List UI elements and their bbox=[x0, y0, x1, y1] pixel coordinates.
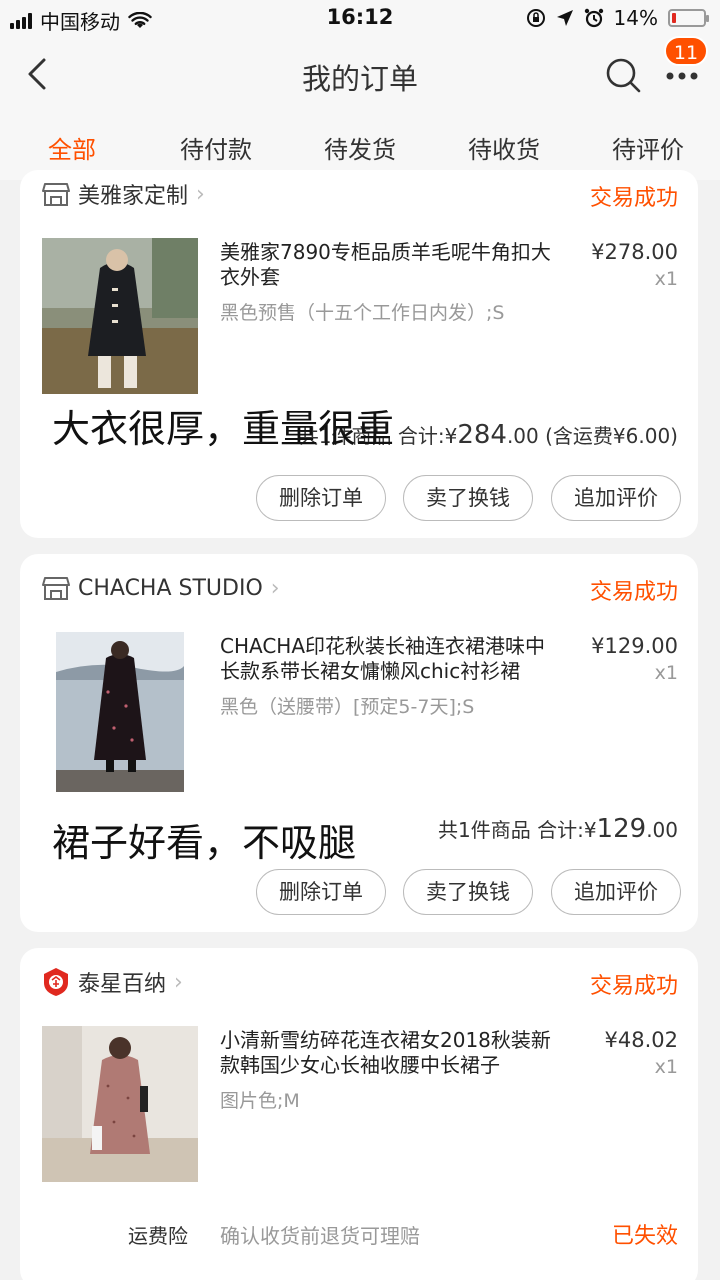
product-title[interactable]: 小清新雪纺碎花连衣裙女2018秋装新款韩国少女心长袖收腰中长裙子 bbox=[220, 1028, 560, 1078]
total-integer: 129 bbox=[596, 814, 647, 844]
tab-pending-receipt[interactable]: 待收货 bbox=[449, 130, 559, 165]
notification-badge: 11 bbox=[664, 36, 708, 66]
product-price: ¥129.00 bbox=[591, 634, 678, 658]
annotation-text: 裙子好看，不吸腿 bbox=[52, 821, 357, 865]
shop-icon bbox=[42, 183, 70, 206]
shipping-insurance-status: 已失效 bbox=[611, 1224, 678, 1249]
resell-button[interactable]: 卖了换钱 bbox=[403, 475, 533, 521]
order-card: 泰星百纳 › 交易成功 小清新雪纺碎花连衣裙女2018秋装新款韩国少女心长袖收腰… bbox=[20, 948, 698, 1280]
product-price: ¥278.00 bbox=[591, 240, 678, 264]
chevron-right-icon: › bbox=[270, 575, 280, 601]
delete-order-button[interactable]: 删除订单 bbox=[256, 475, 386, 521]
order-card: CHACHA STUDIO › 交易成功 CHACHA印花秋装长袖连衣裙港味中长… bbox=[20, 554, 698, 932]
search-icon[interactable] bbox=[604, 56, 642, 94]
battery-percent: 14% bbox=[613, 6, 658, 30]
total-shipping-note: (含运费¥6.00) bbox=[545, 424, 678, 448]
alarm-icon bbox=[584, 8, 603, 28]
product-spec: 黑色（送腰带）[预定5-7天];S bbox=[220, 696, 475, 718]
annotation-text: 大衣很厚，重量很重 bbox=[52, 407, 395, 451]
shop-header[interactable]: CHACHA STUDIO › bbox=[42, 568, 280, 608]
add-review-button[interactable]: 追加评价 bbox=[551, 869, 681, 915]
shipping-insurance-label: 运费险 bbox=[128, 1224, 188, 1248]
total-currency: ¥ bbox=[444, 424, 458, 448]
product-spec: 图片色;M bbox=[220, 1090, 300, 1112]
status-bar-right: 14% bbox=[526, 6, 709, 30]
total-currency: ¥ bbox=[583, 818, 597, 842]
shop-name: CHACHA STUDIO bbox=[78, 575, 263, 601]
product-quantity: x1 bbox=[654, 268, 678, 290]
order-status: 交易成功 bbox=[589, 580, 678, 605]
total-prefix: 共1件商品 合计: bbox=[437, 818, 584, 842]
tab-all[interactable]: 全部 bbox=[17, 130, 127, 165]
product-quantity: x1 bbox=[654, 662, 678, 684]
location-icon bbox=[556, 10, 573, 26]
order-status: 交易成功 bbox=[589, 974, 678, 999]
tab-pending-shipment[interactable]: 待发货 bbox=[305, 130, 415, 165]
chevron-right-icon: › bbox=[196, 181, 205, 207]
shop-name: 美雅家定制 bbox=[78, 184, 189, 209]
order-card: 美雅家定制 › 交易成功 美雅家7890专柜品质羊毛呢牛角扣大衣外套 黑色预售（… bbox=[20, 170, 698, 538]
shop-header[interactable]: 美雅家定制 › bbox=[42, 174, 205, 214]
enterprise-shop-icon bbox=[44, 968, 68, 996]
product-spec: 黑色预售（十五个工作日内发）;S bbox=[220, 302, 505, 324]
resell-button[interactable]: 卖了换钱 bbox=[403, 869, 533, 915]
shop-header[interactable]: 泰星百纳 › bbox=[42, 962, 183, 1002]
chevron-right-icon: › bbox=[174, 969, 183, 995]
shipping-insurance-desc: 确认收货前退货可理赔 bbox=[220, 1224, 420, 1248]
rotation-lock-icon bbox=[526, 9, 545, 27]
total-decimal: .00 bbox=[646, 818, 678, 842]
delete-order-button[interactable]: 删除订单 bbox=[256, 869, 386, 915]
tab-pending-review[interactable]: 待评价 bbox=[593, 130, 703, 165]
total-integer: 284 bbox=[457, 420, 507, 450]
product-image[interactable] bbox=[42, 238, 198, 394]
product-quantity: x1 bbox=[654, 1056, 678, 1078]
nav-bar: 我的订单 11 bbox=[0, 36, 720, 112]
order-total: 共1件商品 合计:¥129.00 bbox=[438, 814, 678, 844]
tab-pending-payment[interactable]: 待付款 bbox=[161, 130, 271, 165]
product-title[interactable]: CHACHA印花秋装长袖连衣裙港味中长款系带长裙女慵懒风chic衬衫裙 bbox=[220, 634, 560, 684]
shop-icon bbox=[42, 577, 70, 600]
add-review-button[interactable]: 追加评价 bbox=[551, 475, 681, 521]
status-bar: 中国移动 16:12 14% bbox=[0, 0, 720, 36]
battery-icon bbox=[668, 9, 709, 27]
product-image[interactable] bbox=[56, 632, 184, 792]
product-price: ¥48.02 bbox=[604, 1028, 678, 1052]
shop-name: 泰星百纳 bbox=[78, 972, 167, 997]
total-decimal: .00 bbox=[506, 424, 539, 448]
product-image[interactable] bbox=[42, 1026, 198, 1182]
order-status: 交易成功 bbox=[589, 186, 678, 211]
product-title[interactable]: 美雅家7890专柜品质羊毛呢牛角扣大衣外套 bbox=[220, 240, 560, 290]
